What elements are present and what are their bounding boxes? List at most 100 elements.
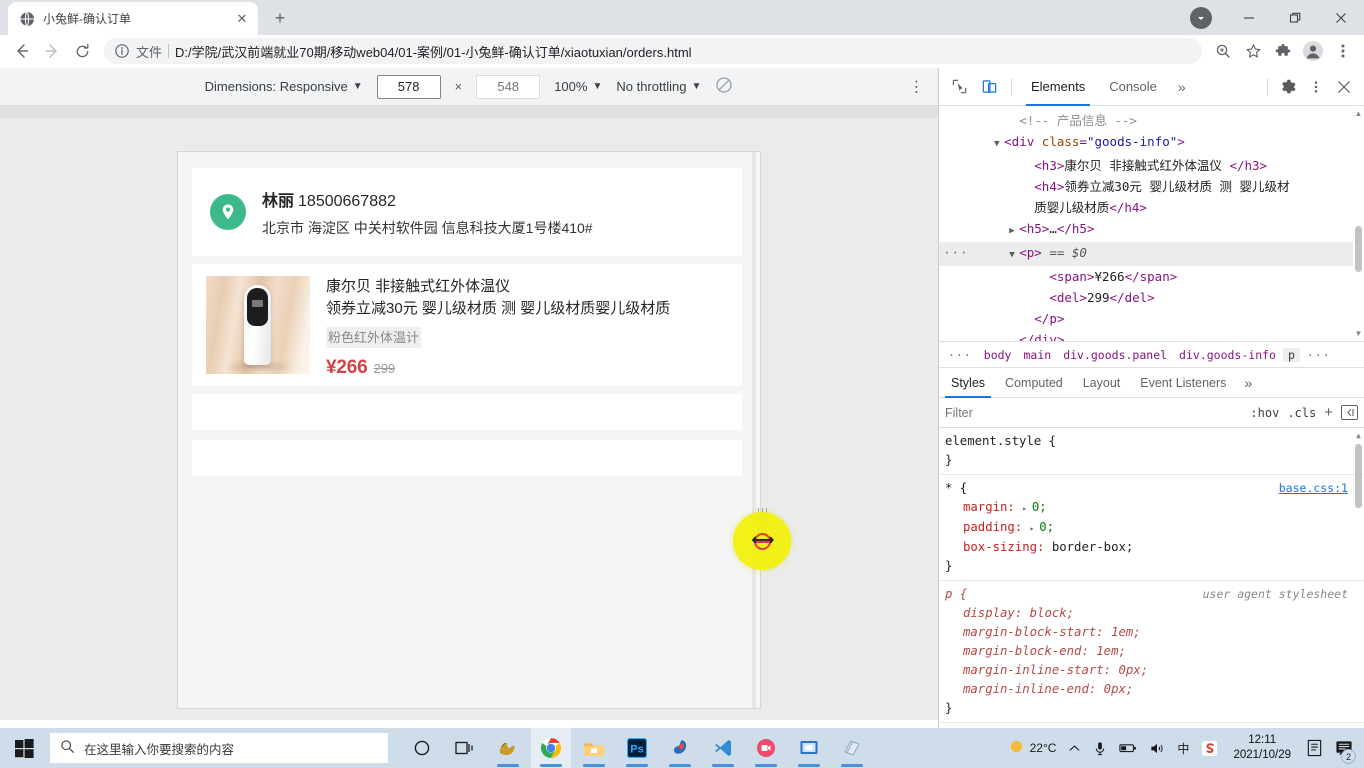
css-value[interactable]: 0px; [1104,682,1134,696]
css-declaration[interactable]: margin: ▸ 0; [945,498,1364,518]
cortana-circle-icon[interactable] [402,728,442,768]
css-property[interactable]: display: [963,606,1030,620]
expand-triangle-icon[interactable]: ▼ [994,134,1004,155]
css-property[interactable]: padding: [963,520,1030,534]
css-source-link[interactable]: base.css:1 [1279,479,1364,498]
dom-tree[interactable]: <!-- 产品信息 --> ▼ <div class="goods-info"> … [939,106,1364,341]
ime-mode-label[interactable]: 中 [1172,728,1194,768]
css-rule[interactable]: * {base.css:1 margin: ▸ 0; padding: ▸ 0; bo… [939,475,1364,581]
screen-recorder-icon[interactable] [746,728,786,768]
tab-layout[interactable]: Layout [1073,368,1131,398]
pinwheel-app-icon[interactable] [660,728,700,768]
tab-console[interactable]: Console [1098,68,1168,106]
notepad-app-icon[interactable] [832,728,872,768]
dom-node-line[interactable]: ··· ▼ <p> == $0 [939,242,1364,266]
taskbar-clock[interactable]: 12:11 2021/10/29 [1225,728,1299,768]
windows-start-icon[interactable] [0,728,48,768]
expand-triangle-icon[interactable]: ▼ [1009,245,1019,266]
styles-filter-input[interactable] [945,405,1243,420]
css-property[interactable]: margin-inline-start: [963,663,1118,677]
inspect-element-icon[interactable] [945,73,973,101]
new-tab-button[interactable]: + [266,4,294,32]
viewport-height-input[interactable] [476,74,541,99]
notes-icon[interactable] [1301,728,1328,768]
stylesheet-link[interactable]: base.css:1 [1279,481,1348,495]
devtools-menu-kebab-icon[interactable] [1302,73,1330,101]
scroll-down-icon[interactable]: ▼ [1353,328,1364,339]
dom-node-line[interactable]: ▼ <div class="goods-info"> [939,131,1364,155]
action-center-icon[interactable]: 2 [1330,728,1358,768]
chrome-icon[interactable] [531,728,571,768]
css-declaration[interactable]: margin-inline-start: 0px; [945,661,1364,680]
zoom-icon[interactable] [1210,38,1236,64]
dom-node-line[interactable]: <!-- 产品信息 --> [939,110,1364,131]
goods-card[interactable]: 康尔贝 非接触式红外体温仪 领券立减30元 婴儿级材质 测 婴儿级材质婴儿级材质… [192,264,742,386]
dom-node-line[interactable]: 质婴儿级材质</h4> [939,197,1364,218]
device-toolbar-icon[interactable] [975,73,1003,101]
css-value[interactable]: 1em; [1111,625,1141,639]
css-declaration[interactable]: padding: ▸ 0; [945,518,1364,538]
throttling-dropdown[interactable]: No throttling ▼ [616,79,701,94]
tab-elements[interactable]: Elements [1020,68,1096,106]
styles-rules-pane[interactable]: element.style {} * { base.css:1 margin: ▸ 0… [939,428,1364,740]
photoshop-icon[interactable]: Ps [617,728,657,768]
sogou-ime-icon[interactable] [1196,728,1223,768]
page-scrollbar[interactable] [752,152,756,708]
breadcrumb-overflow-left[interactable]: ··· [943,348,977,362]
rotate-device-icon[interactable] [715,76,733,97]
show-hidden-icons-chevron[interactable] [1063,728,1086,768]
viewport-width-input[interactable] [376,74,441,99]
styles-scrollbar[interactable]: ▲ ▼ [1353,428,1364,740]
scrollbar-thumb[interactable] [1355,444,1362,508]
css-rule[interactable]: p {user agent stylesheet display: block; m… [939,581,1364,723]
hov-toggle-button[interactable]: :hov [1250,406,1279,420]
tabstrip-profile-icon[interactable] [1190,6,1212,29]
dom-tree-scrollbar[interactable]: ▲ ▼ [1353,106,1364,341]
empty-panel-secondary[interactable] [192,440,742,476]
tab-event-listeners[interactable]: Event Listeners [1130,368,1236,398]
css-declaration[interactable]: box-sizing: border-box; [945,538,1364,557]
collapse-triangle-icon[interactable]: ▶ [1009,221,1019,242]
reload-button[interactable] [68,37,96,65]
css-selector[interactable]: p { [945,585,967,604]
minimize-button[interactable] [1226,2,1272,34]
dom-node-line[interactable]: ▶ <h5>…</h5> [939,218,1364,242]
device-toolbar-menu-icon[interactable]: ⋮ [909,79,924,94]
close-window-button[interactable] [1318,2,1364,34]
tab-styles[interactable]: Styles [941,368,995,398]
new-style-rule-button[interactable]: + [1324,404,1333,421]
css-rule[interactable]: element.style {} [939,428,1364,475]
dom-node-line[interactable]: </p> [939,308,1364,329]
dom-node-line[interactable]: </div> [939,329,1364,341]
battery-icon[interactable] [1114,728,1142,768]
dom-node-line[interactable]: <span>¥266</span> [939,266,1364,287]
css-selector[interactable]: element.style { [945,432,1056,451]
address-bar[interactable]: 文件 D:/学院/武汉前端就业70期/移动web04/01-案例/01-小兔鲜-… [104,38,1202,64]
cls-toggle-button[interactable]: .cls [1287,406,1316,420]
css-selector[interactable]: * { [945,479,967,498]
breadcrumb[interactable]: ··· body main div.goods.panel div.goods-info… [939,342,1364,368]
css-value[interactable]: 0; [1032,500,1047,514]
breadcrumb-item-main[interactable]: main [1018,348,1056,362]
computed-sidebar-toggle-icon[interactable] [1341,405,1358,420]
scroll-up-icon[interactable]: ▲ [1353,108,1364,119]
css-property[interactable]: margin-block-end: [963,644,1096,658]
css-declaration[interactable]: margin-inline-end: 0px; [945,680,1364,699]
dimensions-dropdown[interactable]: Dimensions: Responsive ▼ [205,79,363,94]
dom-node-line[interactable]: <h4>领券立减30元 婴儿级材质 测 婴儿级材 [939,176,1364,197]
gear-icon[interactable] [1274,73,1302,101]
goods-quantity-panel[interactable] [192,394,742,430]
zoom-dropdown[interactable]: 100% ▼ [554,79,602,94]
taskbar-search-box[interactable]: 在这里输入你要搜索的内容 [50,733,388,763]
css-declaration[interactable]: display: block; [945,604,1364,623]
breadcrumb-item-div-goods-info[interactable]: div.goods-info [1174,348,1281,362]
css-property[interactable]: margin-inline-end: [963,682,1104,696]
css-property[interactable]: margin-block-start: [963,625,1111,639]
expand-shorthand-icon[interactable]: ▸ [1030,524,1040,533]
maximize-button[interactable] [1272,2,1318,34]
volume-icon[interactable] [1144,728,1170,768]
more-style-tabs-chevron-icon[interactable]: » [1236,375,1260,391]
breadcrumb-item-div-goods-panel[interactable]: div.goods.panel [1058,348,1172,362]
profile-avatar-icon[interactable] [1300,38,1326,64]
task-view-icon[interactable] [445,728,485,768]
